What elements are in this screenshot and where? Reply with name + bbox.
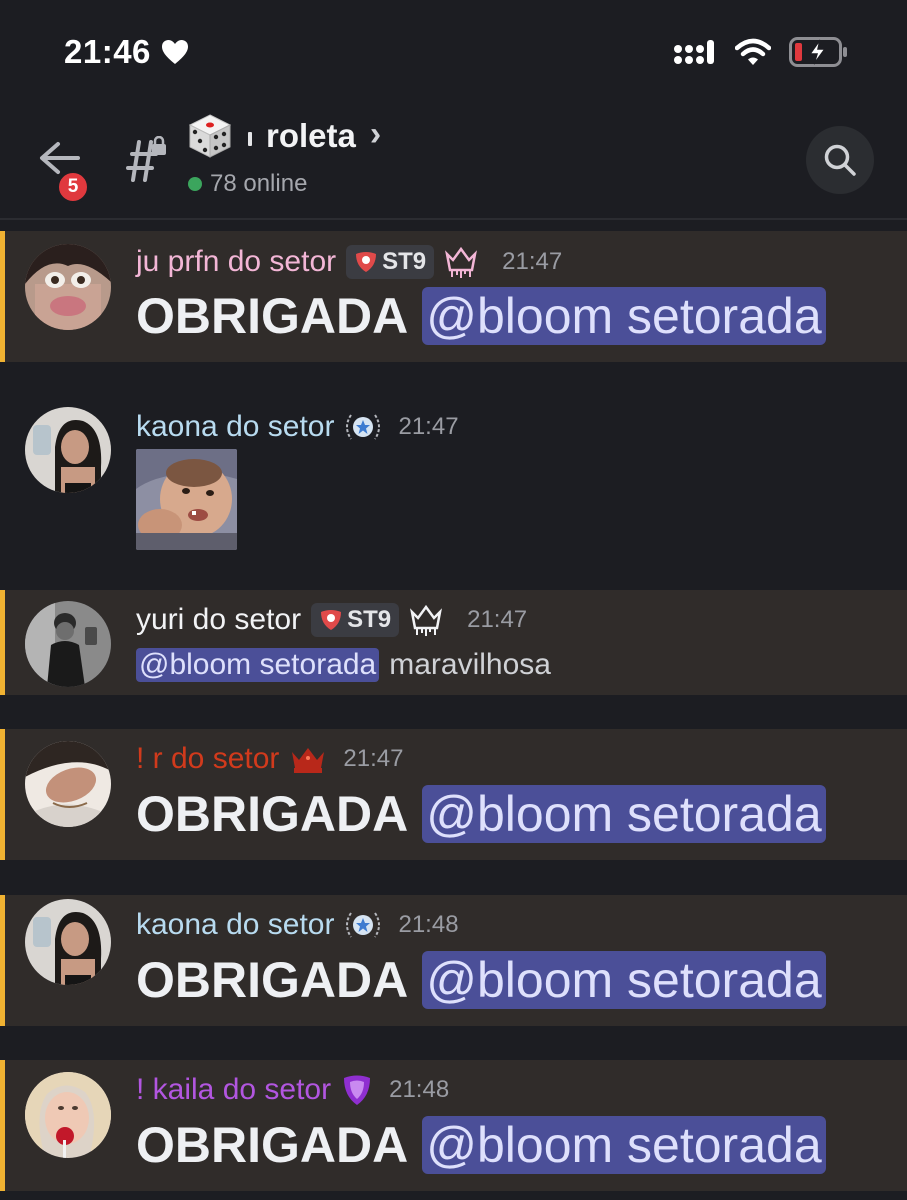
red-crown-icon (292, 748, 325, 773)
message-content: OBRIGADA @bloom setorada (136, 951, 826, 1009)
avatar[interactable] (25, 407, 111, 493)
username[interactable]: kaona do setor (136, 410, 334, 444)
timestamp: 21:48 (398, 911, 459, 938)
message[interactable]: kaona do setor 21:47 (0, 395, 907, 565)
star-badge-icon (346, 912, 381, 938)
username[interactable]: yuri do setor (136, 603, 301, 637)
message[interactable]: kaona do setor 21:48 OBRIGADA @bloom set… (0, 895, 907, 1026)
message-content: OBRIGADA @bloom setorada (136, 287, 826, 345)
username[interactable]: ju prfn do setor (136, 245, 336, 279)
online-dot-icon (188, 177, 202, 191)
status-bar: 21:46 (0, 0, 907, 100)
status-time: 21:46 (64, 33, 189, 71)
purple-shield-icon (344, 1075, 371, 1105)
locked-channel-icon (122, 135, 172, 191)
guild-tag[interactable]: ST9 (311, 603, 400, 637)
search-button[interactable] (806, 126, 874, 194)
dice-icon (188, 114, 232, 158)
white-crown-icon (410, 604, 443, 636)
avatar[interactable] (25, 899, 111, 985)
message-content: OBRIGADA @bloom setorada (136, 785, 826, 843)
clock-text: 21:46 (64, 33, 151, 70)
image-attachment[interactable] (136, 449, 237, 550)
user-mention[interactable]: @bloom setorada (136, 648, 380, 682)
username[interactable]: kaona do setor (136, 908, 334, 942)
guild-tag[interactable]: ST9 (346, 245, 435, 279)
wifi-icon (735, 38, 771, 65)
username[interactable]: ! r do setor (136, 742, 279, 776)
message-content: @bloom setorada maravilhosa (136, 648, 551, 682)
avatar[interactable] (25, 1072, 111, 1158)
message[interactable]: ! r do setor 21:47 OBRIGADA @bloom setor… (0, 729, 907, 860)
message-text: OBRIGADA (136, 786, 409, 842)
message-text: maravilhosa (389, 648, 551, 681)
message[interactable]: ju prfn do setor ST9 21:47 OBRIGADA @blo… (0, 231, 907, 362)
channel-title[interactable]: roleta › (186, 112, 381, 160)
chevron-right-icon: › (369, 114, 382, 153)
red-shield-icon (356, 252, 377, 272)
star-badge-icon (346, 414, 381, 440)
user-mention[interactable]: @bloom setorada (422, 287, 826, 345)
cellular-signal-icon (674, 40, 714, 64)
online-status: 78 online (188, 170, 307, 198)
channel-header: 5 roleta › 78 online (0, 100, 907, 220)
user-mention[interactable]: @bloom setorada (422, 951, 826, 1009)
avatar[interactable] (25, 741, 111, 827)
message-text: OBRIGADA (136, 1117, 409, 1173)
heart-icon (161, 40, 188, 64)
search-icon (824, 144, 856, 176)
tag-label: ST9 (382, 248, 427, 275)
message-content: OBRIGADA @bloom setorada (136, 1116, 826, 1174)
timestamp: 21:48 (389, 1076, 450, 1103)
avatar[interactable] (25, 244, 111, 330)
username[interactable]: ! kaila do setor (136, 1073, 331, 1107)
user-mention[interactable]: @bloom setorada (422, 785, 826, 843)
red-shield-icon (321, 610, 342, 630)
pink-crown-icon (445, 246, 478, 278)
tag-label: ST9 (347, 606, 392, 633)
timestamp: 21:47 (467, 606, 528, 633)
user-mention[interactable]: @bloom setorada (422, 1116, 826, 1174)
timestamp: 21:47 (502, 248, 563, 275)
avatar[interactable] (25, 601, 111, 687)
timestamp: 21:47 (343, 745, 404, 772)
battery-charging-icon (789, 37, 847, 67)
message[interactable]: ! kaila do setor 21:48 OBRIGADA @bloom s… (0, 1060, 907, 1191)
message-text: OBRIGADA (136, 952, 409, 1008)
message-text: OBRIGADA (136, 288, 409, 344)
separator-tick (248, 132, 252, 146)
online-count: 78 online (210, 170, 308, 197)
unread-badge: 5 (56, 170, 90, 204)
message[interactable]: yuri do setor ST9 21:47 @bloom setorada … (0, 590, 907, 695)
timestamp: 21:47 (398, 413, 459, 440)
channel-name: roleta (266, 117, 356, 154)
